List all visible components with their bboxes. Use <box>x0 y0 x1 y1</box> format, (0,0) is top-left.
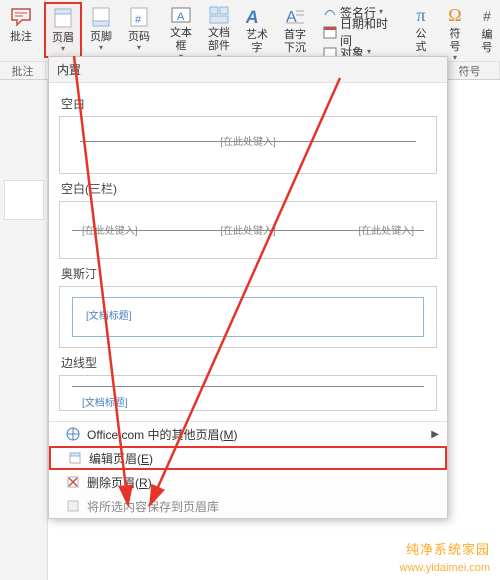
header-button[interactable]: 页眉 ▾ <box>44 2 82 58</box>
page-corner <box>4 180 44 220</box>
number-icon: # <box>475 5 499 27</box>
text-extra-col: 签名行▾ 日期和时间 对象▾ <box>314 2 400 58</box>
textbox-label: 文本框 <box>169 27 193 53</box>
svg-text:#: # <box>135 14 142 26</box>
dropdown-template-list: 空白 [在此处键入] 空白(三栏) [在此处键入] [在此处键入] [在此处键入… <box>49 83 447 421</box>
comment-icon <box>9 5 33 29</box>
template-austin[interactable]: [文档标题] <box>59 286 437 348</box>
svg-text:A: A <box>177 11 185 23</box>
menu-text: Office.com 中的其他页眉(M) <box>87 426 237 443</box>
save-gallery-icon <box>65 498 81 514</box>
docpart-icon <box>207 5 231 25</box>
wordart-icon: A <box>245 5 269 27</box>
pagenumber-button[interactable]: # 页码 ▾ <box>120 2 158 58</box>
datetime-icon <box>323 25 337 39</box>
header-icon <box>51 6 75 30</box>
dropcap-button[interactable]: A 首字下沉 ▾ <box>276 2 314 58</box>
dropdown-builtin-heading: 内置 <box>49 57 447 83</box>
docpart-label: 文档部件 <box>207 27 231 53</box>
template-placeholder: [在此处键入] <box>220 133 276 148</box>
svg-text:A: A <box>246 7 261 27</box>
template-sideline[interactable]: [文档标题] <box>59 375 437 411</box>
textbox-button[interactable]: A 文本框 ▾ <box>162 2 200 58</box>
signature-icon <box>323 5 337 19</box>
template-blank[interactable]: [在此处键入] <box>59 116 437 174</box>
wordart-button[interactable]: A 艺术字 ▾ <box>238 2 276 58</box>
wordart-label: 艺术字 <box>245 29 269 55</box>
group-label: 批注 <box>0 62 46 79</box>
template-title-sideline: 边线型 <box>61 354 437 371</box>
dropcap-icon: A <box>283 5 307 27</box>
symbol-icon: Ω <box>443 5 467 26</box>
edit-header-icon <box>67 450 83 466</box>
menu-remove-header[interactable]: 删除页眉(R) <box>49 470 447 494</box>
dropdown-footer: Office.com 中的其他页眉(M) ▶ 编辑页眉(E) 删除页眉(R) 将… <box>49 421 447 518</box>
equation-label: 公式 <box>411 28 431 54</box>
template-placeholder: [文档标题] <box>86 307 132 322</box>
watermark-url: www.yidaimei.com <box>400 562 490 574</box>
symbol-button[interactable]: Ω 符号 ▾ <box>438 2 472 58</box>
chevron-down-icon: ▾ <box>99 44 103 52</box>
chevron-down-icon: ▾ <box>367 48 371 56</box>
comment-label: 批注 <box>10 31 32 44</box>
menu-edit-header[interactable]: 编辑页眉(E) <box>49 446 447 470</box>
chevron-down-icon: ▾ <box>453 54 457 62</box>
equation-button[interactable]: π 公式 ▾ <box>404 2 438 58</box>
datetime-button[interactable]: 日期和时间 <box>318 22 396 42</box>
submenu-arrow-icon: ▶ <box>431 429 439 440</box>
menu-save-to-gallery: 将所选内容保存到页眉库 <box>49 494 447 518</box>
template-placeholder: [在此处键入] <box>220 222 276 237</box>
template-blank-3col[interactable]: [在此处键入] [在此处键入] [在此处键入] <box>59 201 437 259</box>
equation-icon: π <box>409 5 433 26</box>
template-placeholder: [在此处键入] <box>358 222 414 237</box>
docpart-button[interactable]: 文档部件 ▾ <box>200 2 238 58</box>
menu-office-more[interactable]: Office.com 中的其他页眉(M) ▶ <box>49 422 447 446</box>
dropcap-label: 首字下沉 <box>283 29 307 55</box>
remove-header-icon <box>65 474 81 490</box>
menu-text: 编辑页眉(E) <box>89 450 153 467</box>
doc-background <box>0 80 48 580</box>
menu-text: 将所选内容保存到页眉库 <box>87 498 219 515</box>
chevron-down-icon: ▾ <box>61 45 65 53</box>
number-button[interactable]: # 编号 <box>472 2 500 58</box>
template-placeholder: [在此处键入] <box>82 222 138 237</box>
globe-icon <box>65 426 81 442</box>
watermark-text: 纯净系统家园 <box>406 539 490 558</box>
header-dropdown: 内置 空白 [在此处键入] 空白(三栏) [在此处键入] [在此处键入] [在此… <box>48 56 448 519</box>
ribbon: 批注 页眉 ▾ 页脚 ▾ # 页码 ▾ A 文本框 ▾ 文档部件 ▾ <box>0 0 500 62</box>
template-title-austin: 奥斯汀 <box>61 265 437 282</box>
chevron-down-icon: ▾ <box>137 44 141 52</box>
template-placeholder: [文档标题] <box>82 394 128 409</box>
symbol-label: 符号 <box>445 28 465 54</box>
pagenumber-icon: # <box>127 5 151 29</box>
menu-text: 删除页眉(R) <box>87 474 152 491</box>
textbox-icon: A <box>169 5 193 25</box>
group-label: 符号 <box>440 62 500 79</box>
template-title-blank: 空白 <box>61 95 437 112</box>
comment-button[interactable]: 批注 <box>2 2 40 58</box>
template-title-blank3: 空白(三栏) <box>61 180 437 197</box>
footer-icon <box>89 5 113 29</box>
number-label: 编号 <box>479 29 495 55</box>
footer-button[interactable]: 页脚 ▾ <box>82 2 120 58</box>
